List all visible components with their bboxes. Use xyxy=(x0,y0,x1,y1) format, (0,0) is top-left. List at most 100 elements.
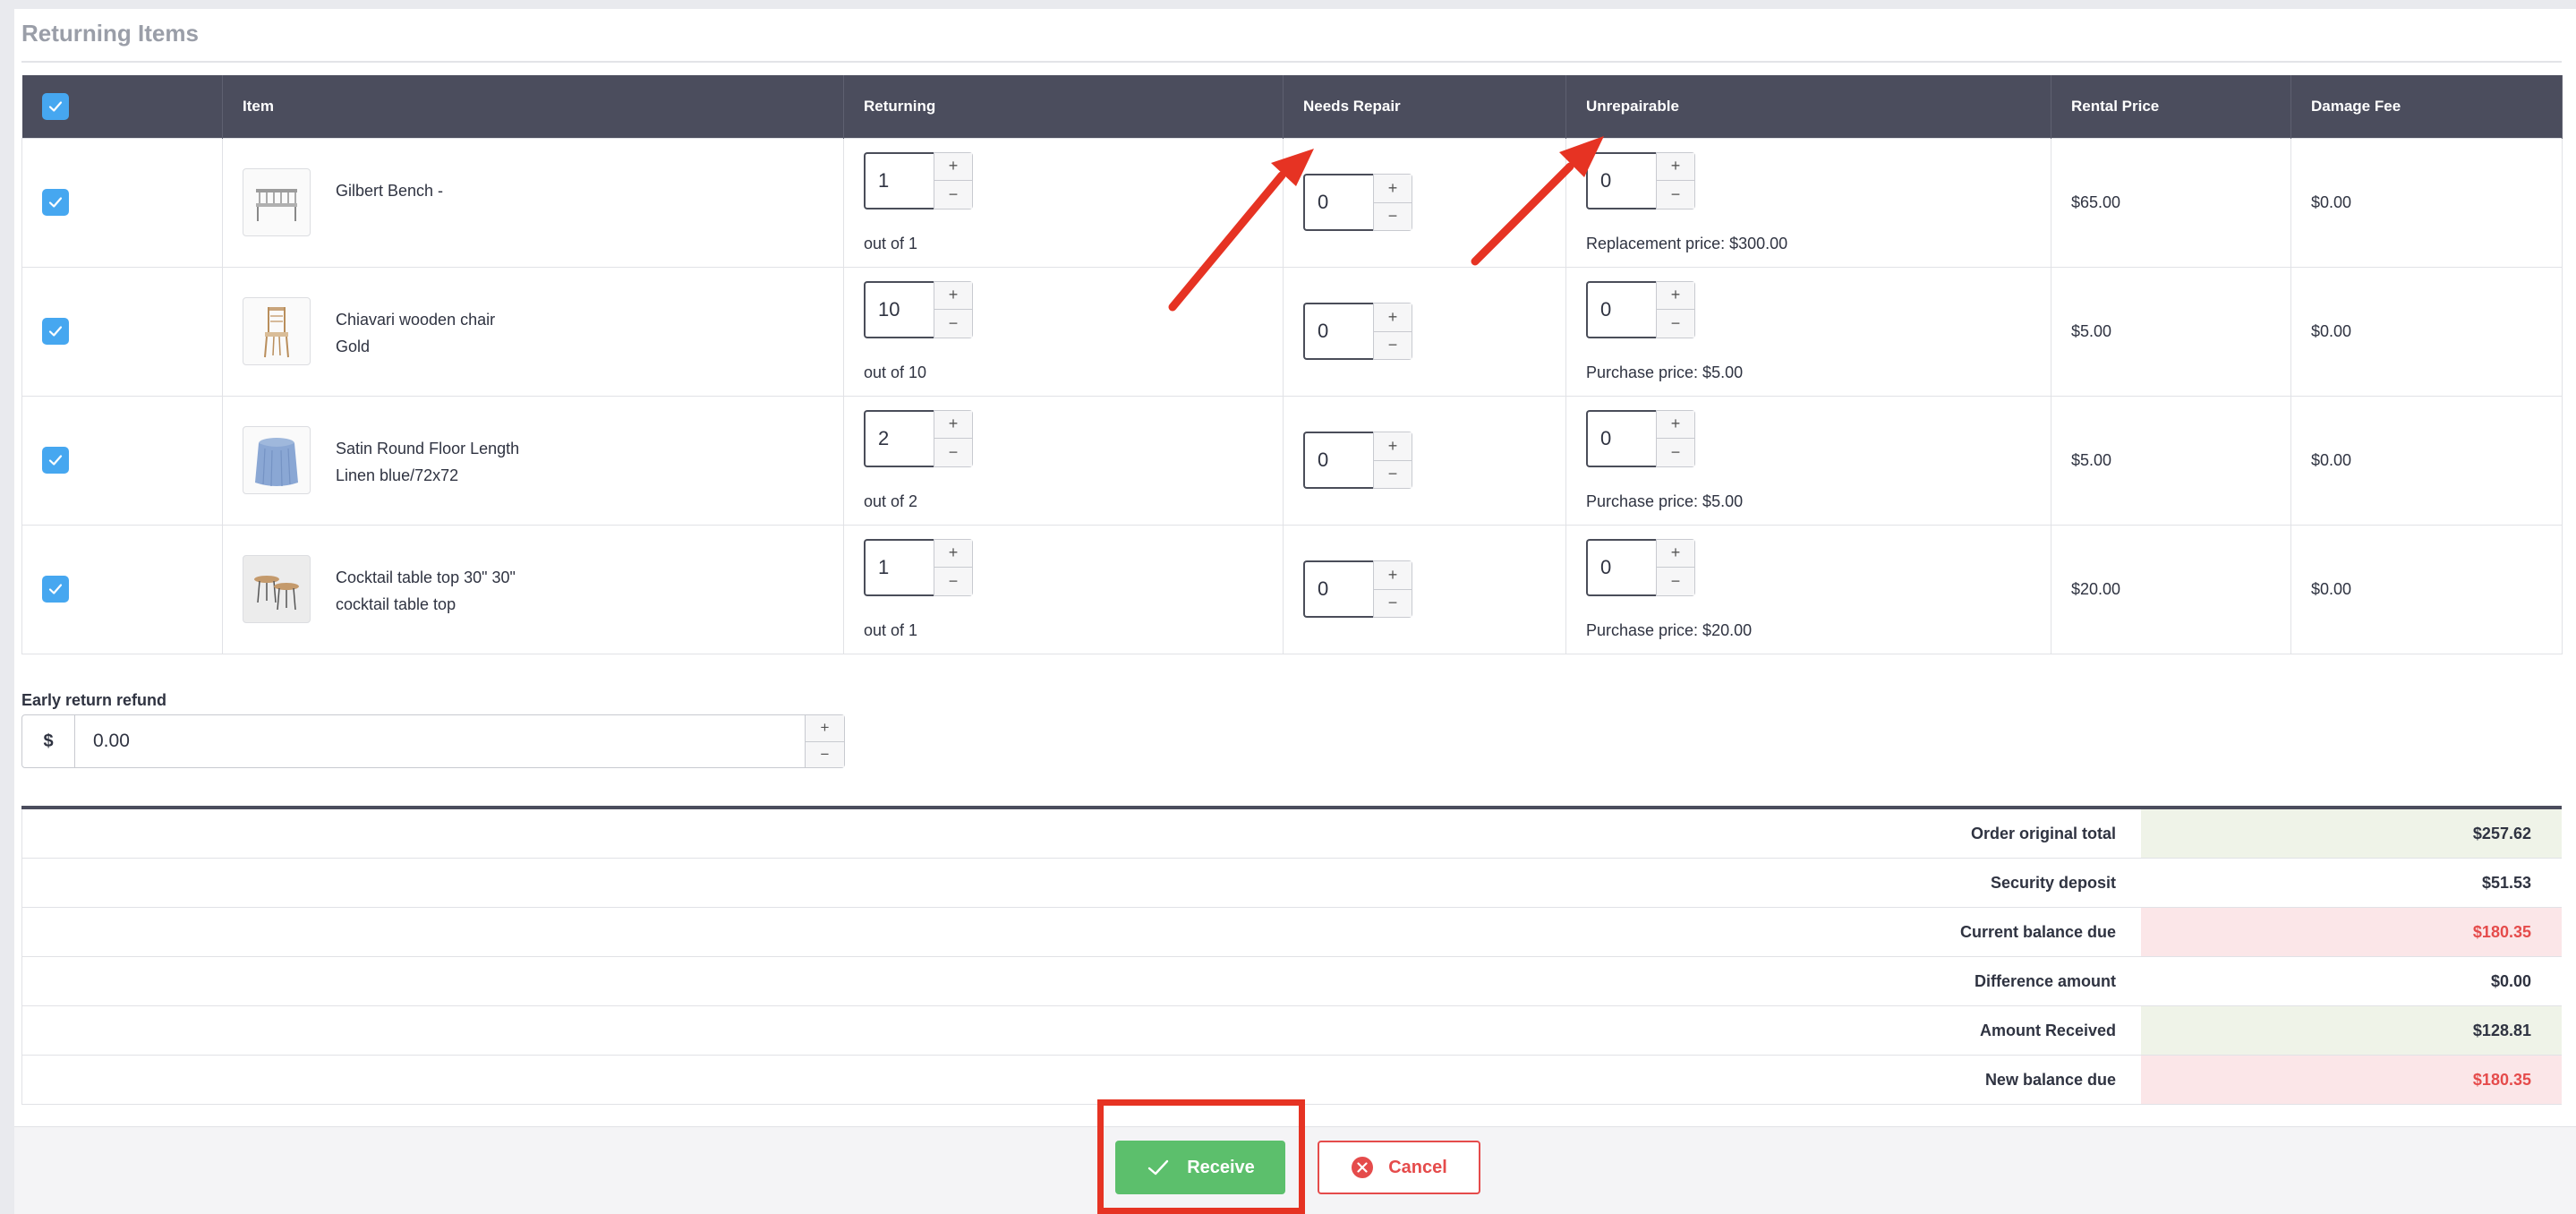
decrement-button[interactable]: − xyxy=(806,741,844,767)
decrement-button[interactable]: − xyxy=(1374,460,1412,488)
needs-repair-input[interactable]: 0 xyxy=(1303,560,1373,618)
select-all-checkbox[interactable] xyxy=(41,92,69,120)
summary-label: Amount Received xyxy=(1979,1021,2116,1039)
out-of-label: out of 2 xyxy=(864,492,918,510)
table-row: Cocktail table top 30" 30" cocktail tabl… xyxy=(21,524,2563,654)
item-name: Satin Round Floor Length xyxy=(336,440,520,457)
returning-input[interactable]: 2 xyxy=(864,409,934,467)
item-variant: Linen blue/72x72 xyxy=(336,466,459,484)
needs-repair-stepper[interactable]: 0 + − xyxy=(1303,303,1412,360)
item-thumbnail xyxy=(243,426,311,494)
decrement-button[interactable]: − xyxy=(1657,439,1694,466)
unrepairable-input[interactable]: 0 xyxy=(1586,280,1656,338)
increment-button[interactable]: + xyxy=(1657,410,1694,439)
item-cell: Chiavari wooden chair Gold xyxy=(222,266,844,397)
price-note: Purchase price: $20.00 xyxy=(1586,620,1753,639)
increment-button[interactable]: + xyxy=(806,715,844,742)
early-return-input-group: $ 0.00 + − xyxy=(21,714,845,768)
returning-input[interactable]: 1 xyxy=(864,151,934,209)
returning-cell: 2 + − out of 2 xyxy=(843,395,1284,526)
increment-button[interactable]: + xyxy=(934,152,972,181)
row-checkbox[interactable] xyxy=(42,189,69,216)
item-name: Chiavari wooden chair xyxy=(336,311,496,329)
needs-repair-input[interactable]: 0 xyxy=(1303,303,1373,360)
early-return-label: Early return refund xyxy=(21,691,167,709)
summary-value: $257.62 xyxy=(2141,809,2562,858)
unrepairable-input[interactable]: 0 xyxy=(1586,409,1656,467)
row-checkbox[interactable] xyxy=(42,447,69,474)
unrepairable-stepper[interactable]: 0 + − xyxy=(1586,409,1695,467)
returning-cell: 10 + − out of 10 xyxy=(843,266,1284,397)
table-row: Chiavari wooden chair Gold 10 + − out of… xyxy=(21,266,2563,397)
cancel-button[interactable]: Cancel xyxy=(1318,1141,1480,1194)
needs-repair-cell: 0 + − xyxy=(1283,266,1566,397)
returning-stepper[interactable]: 2 + − xyxy=(864,409,973,467)
decrement-button[interactable]: − xyxy=(1657,310,1694,338)
price-note: Purchase price: $5.00 xyxy=(1586,363,1744,381)
returning-cell: 1 + − out of 1 xyxy=(843,137,1284,268)
increment-button[interactable]: + xyxy=(1374,561,1412,590)
rental-price-cell: $5.00 xyxy=(2051,395,2291,526)
needs-repair-stepper[interactable]: 0 + − xyxy=(1303,560,1412,618)
summary-row-order-original-total: Order original total $257.62 xyxy=(21,809,2562,859)
bench-image xyxy=(256,189,297,221)
header-select-all[interactable] xyxy=(21,75,223,138)
cocktail-table-image xyxy=(254,576,299,611)
unrepairable-stepper[interactable]: 0 + − xyxy=(1586,538,1695,596)
increment-button[interactable]: + xyxy=(934,281,972,310)
row-select-cell xyxy=(21,137,223,268)
item-cell: Gilbert Bench - xyxy=(222,137,844,268)
increment-button[interactable]: + xyxy=(1657,152,1694,181)
summary-label: New balance due xyxy=(1984,1070,2116,1089)
row-select-cell xyxy=(21,524,223,654)
item-variant: Gold xyxy=(336,338,371,355)
needs-repair-stepper[interactable]: 0 + − xyxy=(1303,174,1412,231)
decrement-button[interactable]: − xyxy=(934,568,972,595)
increment-button[interactable]: + xyxy=(934,410,972,439)
decrement-button[interactable]: − xyxy=(934,181,972,209)
unrepairable-input[interactable]: 0 xyxy=(1586,151,1656,209)
annotation-highlight-box xyxy=(1097,1099,1305,1214)
early-return-input[interactable]: 0.00 xyxy=(75,714,806,768)
section-title: Returning Items xyxy=(21,20,199,47)
damage-fee-cell: $0.00 xyxy=(2290,137,2563,268)
price-note: Purchase price: $5.00 xyxy=(1586,492,1744,510)
title-divider xyxy=(21,61,2562,63)
item-variant: cocktail table top xyxy=(336,595,456,613)
returning-stepper[interactable]: 1 + − xyxy=(864,538,973,596)
row-checkbox[interactable] xyxy=(42,318,69,345)
header-item: Item xyxy=(222,75,844,138)
decrement-button[interactable]: − xyxy=(934,439,972,466)
checkmark-icon xyxy=(48,326,63,337)
returning-stepper[interactable]: 10 + − xyxy=(864,280,973,338)
unrepairable-stepper[interactable]: 0 + − xyxy=(1586,151,1695,209)
needs-repair-input[interactable]: 0 xyxy=(1303,432,1373,489)
summary-row-difference-amount: Difference amount $0.00 xyxy=(21,957,2562,1006)
summary-label: Order original total xyxy=(1970,824,2116,842)
header-rental-price: Rental Price xyxy=(2051,75,2291,138)
decrement-button[interactable]: − xyxy=(1374,202,1412,230)
unrepairable-input[interactable]: 0 xyxy=(1586,538,1656,596)
decrement-button[interactable]: − xyxy=(1657,568,1694,595)
increment-button[interactable]: + xyxy=(1374,304,1412,332)
increment-button[interactable]: + xyxy=(1374,432,1412,461)
needs-repair-input[interactable]: 0 xyxy=(1303,174,1373,231)
decrement-button[interactable]: − xyxy=(1374,331,1412,359)
returning-input[interactable]: 1 xyxy=(864,538,934,596)
decrement-button[interactable]: − xyxy=(934,310,972,338)
unrepairable-stepper[interactable]: 0 + − xyxy=(1586,280,1695,338)
increment-button[interactable]: + xyxy=(1657,539,1694,568)
table-row: Satin Round Floor Length Linen blue/72x7… xyxy=(21,395,2563,526)
needs-repair-cell: 0 + − xyxy=(1283,137,1566,268)
decrement-button[interactable]: − xyxy=(1374,589,1412,617)
returning-stepper[interactable]: 1 + − xyxy=(864,151,973,209)
increment-button[interactable]: + xyxy=(1657,281,1694,310)
increment-button[interactable]: + xyxy=(934,539,972,568)
row-checkbox[interactable] xyxy=(42,576,69,603)
returning-input[interactable]: 10 xyxy=(864,280,934,338)
needs-repair-stepper[interactable]: 0 + − xyxy=(1303,432,1412,489)
increment-button[interactable]: + xyxy=(1374,175,1412,203)
price-note: Replacement price: $300.00 xyxy=(1586,234,1788,252)
decrement-button[interactable]: − xyxy=(1657,181,1694,209)
damage-fee-cell: $0.00 xyxy=(2290,524,2563,654)
